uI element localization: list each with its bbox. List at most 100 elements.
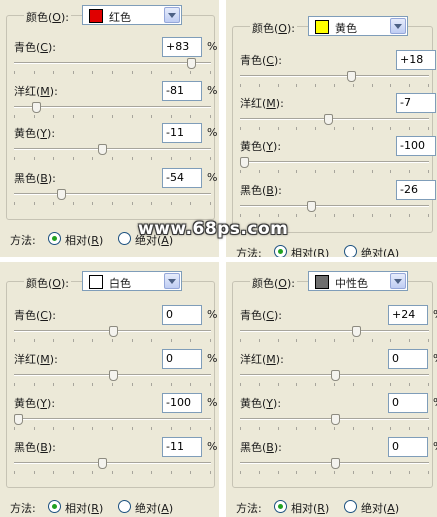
color-select-value: 中性色 [335, 277, 368, 290]
radio-relative-label-end: ) [324, 502, 330, 515]
value-input-m[interactable]: 0 [162, 349, 202, 369]
slider-track [14, 462, 211, 464]
chevron-down-icon[interactable] [164, 273, 180, 289]
radio-relative[interactable] [274, 500, 287, 513]
row-label-b-key: B [266, 441, 274, 454]
radio-relative[interactable] [48, 500, 61, 513]
percent-label: % [207, 126, 218, 139]
slider-ticks [240, 339, 429, 342]
row-label-b-text: 黑色( [240, 184, 267, 197]
row-label-b-key: B [40, 441, 48, 454]
slider-thumb-b[interactable] [307, 201, 316, 212]
color-swatch [89, 275, 103, 289]
row-label-c-end: ): [273, 309, 282, 322]
slider-thumb-y[interactable] [98, 144, 107, 155]
color-swatch [315, 275, 329, 289]
value-input-b[interactable]: -11 [162, 437, 202, 457]
slider-track [14, 193, 211, 195]
value-input-b[interactable]: -54 [162, 168, 202, 188]
value-input-y[interactable]: -100 [162, 393, 202, 413]
color-select[interactable]: 白色 [82, 271, 182, 291]
slider-thumb-y[interactable] [240, 157, 249, 168]
row-label-m: 洋红(M): [14, 83, 58, 99]
row-label-y: 黄色(Y): [240, 395, 281, 411]
color-label: 颜色(O): [250, 20, 297, 36]
value-input-m[interactable]: 0 [388, 349, 428, 369]
row-label-y-text: 黄色( [240, 397, 267, 410]
slider-thumb-m[interactable] [324, 114, 333, 125]
slider-thumb-b[interactable] [98, 458, 107, 469]
slider-thumb-b[interactable] [331, 458, 340, 469]
radio-absolute[interactable] [344, 500, 357, 513]
value-input-y[interactable]: -100 [396, 136, 436, 156]
color-select[interactable]: 黄色 [308, 16, 408, 36]
slider-thumb-c[interactable] [109, 326, 118, 337]
slider-track [240, 205, 429, 207]
radio-absolute[interactable] [118, 232, 131, 245]
color-label-text: 颜色( [26, 11, 53, 24]
slider-thumb-c[interactable] [187, 58, 196, 69]
color-select[interactable]: 中性色 [308, 271, 408, 291]
chevron-down-icon[interactable] [390, 273, 406, 289]
radio-relative-label-text: 相对( [291, 247, 318, 257]
value-input-y[interactable]: 0 [388, 393, 428, 413]
slider-thumb-b[interactable] [57, 189, 66, 200]
row-label-c-key: C [40, 309, 48, 322]
value-input-m[interactable]: -81 [162, 81, 202, 101]
percent-label: % [207, 440, 218, 453]
value-input-c[interactable]: +18 [396, 50, 436, 70]
radio-absolute[interactable] [118, 500, 131, 513]
row-label-c-text: 青色( [240, 54, 267, 67]
radio-relative-label-end: ) [98, 234, 104, 247]
radio-relative[interactable] [274, 245, 287, 257]
radio-relative[interactable] [48, 232, 61, 245]
value-input-c[interactable]: +24 [388, 305, 428, 325]
row-label-c-key: C [266, 309, 274, 322]
slider-track [14, 418, 211, 420]
radio-relative-label: 相对(R) [65, 232, 103, 248]
radio-absolute[interactable] [344, 245, 357, 257]
row-label-m-text: 洋红( [14, 353, 41, 366]
chevron-down-icon[interactable] [164, 7, 180, 23]
slider-thumb-y[interactable] [14, 414, 23, 425]
slider-thumb-c[interactable] [352, 326, 361, 337]
row-label-c: 青色(C): [240, 307, 282, 323]
color-select-value: 白色 [109, 277, 131, 290]
radio-relative-label-key: R [91, 234, 99, 247]
slider-ticks [240, 383, 429, 386]
row-label-b-key: B [40, 172, 48, 185]
value-input-b[interactable]: 0 [388, 437, 428, 457]
row-label-m-text: 洋红( [14, 85, 41, 98]
row-label-y-end: ): [47, 397, 56, 410]
value-input-c[interactable]: +83 [162, 37, 202, 57]
slider-ticks [14, 383, 211, 386]
radio-absolute-label: 绝对(A) [135, 500, 173, 516]
row-label-b: 黑色(B): [14, 439, 56, 455]
row-label-m: 洋红(M): [240, 95, 284, 111]
row-label-m-key: M [266, 353, 276, 366]
slider-thumb-m[interactable] [32, 102, 41, 113]
row-label-y-text: 黄色( [240, 140, 267, 153]
radio-absolute-label-key: A [161, 502, 169, 515]
row-label-c-text: 青色( [240, 309, 267, 322]
slider-thumb-m[interactable] [331, 370, 340, 381]
method-label: 方法: [10, 502, 36, 515]
slider-thumb-m[interactable] [109, 370, 118, 381]
value-input-y[interactable]: -11 [162, 123, 202, 143]
row-label-c-end: ): [47, 41, 56, 54]
row-label-m-end: ): [275, 353, 284, 366]
color-select[interactable]: 红色 [82, 5, 182, 25]
slider-thumb-c[interactable] [347, 71, 356, 82]
value-input-b[interactable]: -26 [396, 180, 436, 200]
value-input-m[interactable]: -7 [396, 93, 436, 113]
chevron-down-icon[interactable] [390, 18, 406, 34]
row-label-m-text: 洋红( [240, 353, 267, 366]
radio-absolute-label-end: ) [168, 502, 174, 515]
slider-thumb-y[interactable] [331, 414, 340, 425]
row-label-c: 青色(C): [240, 52, 282, 68]
color-label-end: ): [60, 277, 69, 290]
slider-ticks [14, 115, 211, 118]
percent-label: % [207, 352, 218, 365]
color-label-key: O [278, 277, 287, 290]
value-input-c[interactable]: 0 [162, 305, 202, 325]
